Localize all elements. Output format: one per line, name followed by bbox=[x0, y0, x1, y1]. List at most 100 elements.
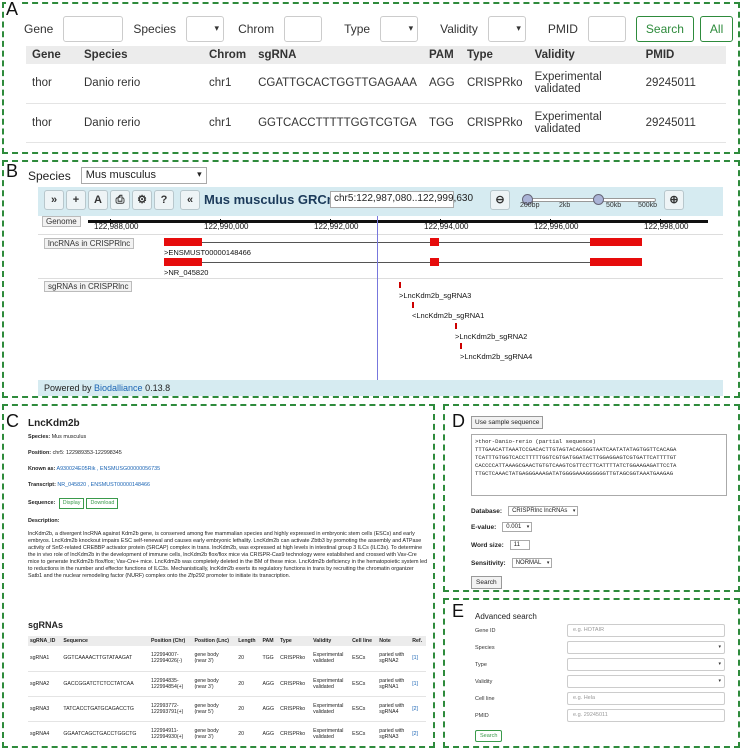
pos-chr-end: 122994854(+) bbox=[150, 683, 184, 690]
help-icon[interactable]: ? bbox=[154, 190, 174, 210]
species-label: Species bbox=[133, 22, 177, 36]
validity-cell: Experimental validated bbox=[311, 671, 351, 697]
add-track-icon[interactable]: + bbox=[66, 190, 86, 210]
position-value: chr5: 122989353-122998345 bbox=[52, 450, 122, 457]
panel-letter-c: C bbox=[6, 411, 19, 431]
species-label: Species bbox=[475, 644, 495, 651]
sgrna-table: sgRNA_ID Sequence Position (Chr) Positio… bbox=[28, 636, 426, 746]
sequence-textarea[interactable]: >thor-Danio-rerio (partial sequence) TTT… bbox=[471, 434, 727, 496]
sequence-key: Sequence: bbox=[28, 500, 56, 507]
advanced-search-button[interactable]: Search bbox=[475, 730, 503, 742]
exon bbox=[590, 258, 642, 266]
text-icon[interactable]: A bbox=[88, 190, 108, 210]
col-validity: Validity bbox=[311, 636, 351, 646]
ref-link[interactable]: [2] bbox=[410, 696, 426, 722]
pos-chr: 122994911- 122994930(+) bbox=[148, 721, 193, 746]
gene-input[interactable] bbox=[63, 16, 124, 42]
wordsize-input[interactable]: 11 bbox=[509, 540, 530, 550]
sgrna-id: sgRNA1 bbox=[28, 646, 62, 672]
pmid-input[interactable]: e.g. 29245011 bbox=[567, 709, 725, 722]
expand-icon[interactable]: » bbox=[44, 190, 64, 210]
sensitivity-select[interactable]: NORMAL bbox=[511, 558, 553, 568]
sequence-row: Sequence: Display Download bbox=[28, 498, 428, 510]
type-cell: CRISPRko bbox=[278, 646, 312, 672]
zoom-slider[interactable] bbox=[522, 194, 656, 205]
sgrna-label: >LncKdm2b_sgRNA3 bbox=[399, 291, 472, 300]
table-row: thor Danio rerio chr1 CGATTGCACTGGTTGAGA… bbox=[26, 64, 726, 104]
chrom-input[interactable] bbox=[284, 16, 323, 42]
detail-fields: Species: Mus musculus Position: chr5: 12… bbox=[28, 434, 428, 580]
sgrna-label: >LncKdm2b_sgRNA2 bbox=[455, 332, 528, 341]
gene-id-row: Gene ID e.g. HOTAIR bbox=[475, 624, 725, 637]
ruler-tick-label: 122,994,000 bbox=[424, 222, 469, 231]
type-label: Type bbox=[475, 661, 487, 668]
note-line2: sgRNA3 bbox=[379, 733, 399, 740]
species-select[interactable] bbox=[567, 641, 725, 654]
ruler-tick-label: 122,998,000 bbox=[644, 222, 689, 231]
zoom-in-icon[interactable]: ⊕ bbox=[664, 190, 684, 210]
known-as-links[interactable]: A930024E05Rik , ENSMUSG00000056735 bbox=[56, 466, 160, 472]
validity-line1: Experimental bbox=[534, 71, 602, 84]
zoom-current-knob[interactable] bbox=[593, 194, 604, 205]
biodalliance-link[interactable]: Biodalliance bbox=[94, 383, 143, 393]
blast-search-button[interactable]: Search bbox=[471, 576, 502, 589]
validity-cell: Experimental validated bbox=[311, 696, 351, 722]
database-field: Database: CRISPRlnc lncRNAs bbox=[471, 506, 579, 516]
species-cell: Danio rerio bbox=[78, 64, 203, 104]
cell-line-input[interactable]: e.g. Hela bbox=[567, 692, 725, 705]
gene-link[interactable]: thor bbox=[26, 103, 78, 143]
exon bbox=[590, 238, 642, 246]
length-cell: 20 bbox=[236, 646, 261, 672]
print-icon[interactable]: ⎙ bbox=[110, 190, 130, 210]
zoom-out-icon[interactable]: ⊖ bbox=[490, 190, 510, 210]
species-dropdown[interactable]: Mus musculus bbox=[80, 167, 207, 184]
type-cell: CRISPRko bbox=[278, 671, 312, 697]
evalue-select[interactable]: 0.001 bbox=[502, 522, 533, 532]
col-type: Type bbox=[460, 46, 529, 64]
col-type: Type bbox=[278, 636, 312, 646]
settings-icon[interactable]: ⚙ bbox=[132, 190, 152, 210]
validity-select[interactable] bbox=[487, 16, 526, 42]
location-input[interactable]: chr5:122,987,080..122,999,630 bbox=[330, 191, 473, 208]
species-select[interactable] bbox=[186, 16, 225, 42]
length-cell: 20 bbox=[236, 696, 261, 722]
gene-id-input[interactable]: e.g. HOTAIR bbox=[567, 624, 725, 637]
display-button[interactable]: Display bbox=[58, 498, 85, 510]
ruler-tick-label: 122,990,000 bbox=[204, 222, 249, 231]
lncrna-track-label[interactable]: lncRNAs in CRISPRlnc bbox=[44, 238, 135, 249]
gene-link[interactable]: thor bbox=[26, 64, 78, 104]
validity-label: Validity bbox=[475, 678, 493, 685]
position-row: Position: chr5: 122989353-122998345 bbox=[28, 450, 428, 457]
col-cell-line: Cell line bbox=[350, 636, 378, 646]
search-button[interactable]: Search bbox=[635, 16, 694, 42]
pos-lnc-line2: (near 3') bbox=[194, 658, 214, 665]
pmid-input[interactable] bbox=[587, 16, 626, 42]
gene-label: Gene bbox=[24, 22, 54, 36]
ref-link[interactable]: [2] bbox=[410, 721, 426, 746]
ref-link[interactable]: [1] bbox=[410, 671, 426, 697]
transcript-links[interactable]: NR_045820 , ENSMUST00000148466 bbox=[57, 482, 150, 488]
chrom-label: Chrom bbox=[238, 22, 275, 36]
collapse-icon[interactable]: « bbox=[180, 190, 200, 210]
col-gene: Gene bbox=[26, 46, 78, 64]
validity-line2: validated bbox=[313, 658, 334, 665]
validity-select[interactable] bbox=[567, 675, 725, 688]
all-button[interactable]: All bbox=[699, 16, 734, 42]
database-select[interactable]: CRISPRlnc lncRNAs bbox=[508, 506, 579, 516]
pmid-link[interactable]: 29245011 bbox=[639, 103, 726, 143]
type-cell: CRISPRko bbox=[278, 696, 312, 722]
genome-track-label[interactable]: Genome bbox=[42, 216, 81, 227]
gene-search-panel: Gene Species Chrom Type Validity PMID Se… bbox=[2, 2, 740, 154]
cell-line-row: Cell line e.g. Hela bbox=[475, 692, 725, 705]
sgrna-track-label[interactable]: sgRNAs in CRISPRlnc bbox=[44, 281, 133, 292]
ref-link[interactable]: [1] bbox=[410, 646, 426, 672]
use-sample-button[interactable]: Use sample sequence bbox=[471, 416, 544, 429]
download-button[interactable]: Download bbox=[86, 498, 119, 510]
pam-cell: AGG bbox=[422, 64, 461, 104]
transcript-label: >NR_045820 bbox=[164, 268, 209, 277]
type-select[interactable] bbox=[567, 658, 725, 671]
type-select[interactable] bbox=[380, 16, 419, 42]
sgrna-id: sgRNA4 bbox=[28, 721, 62, 746]
pmid-link[interactable]: 29245011 bbox=[639, 64, 726, 104]
gene-id-label: Gene ID bbox=[475, 627, 496, 634]
